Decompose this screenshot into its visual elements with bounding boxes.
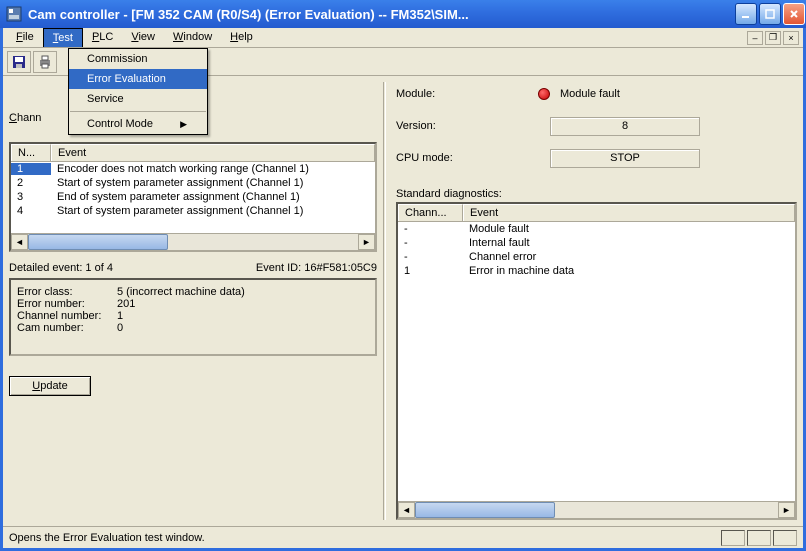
table-row[interactable]: 1Error in machine data [398,264,795,278]
menu-help[interactable]: Help [221,28,262,47]
event-list-header: N... Event [11,144,375,162]
titlebar: Cam controller - [FM 352 CAM (R0/S4) (Er… [0,0,806,28]
col-event[interactable]: Event [51,144,375,161]
menu-test[interactable]: Test [43,28,83,47]
col-event-sd[interactable]: Event [463,204,795,221]
diagnostics-hscroll[interactable]: ◄ ► [398,501,795,518]
scroll-left-button[interactable]: ◄ [11,234,28,250]
row-n: 4 [11,205,51,217]
menu-control-mode[interactable]: Control Mode▶ [69,114,207,134]
menu-file[interactable]: File [7,28,43,47]
menu-separator [70,111,206,112]
menu-error-evaluation[interactable]: Error Evaluation [69,69,207,89]
menu-window[interactable]: Window [164,28,221,47]
detail-key: Cam number: [17,322,117,334]
menu-commission[interactable]: Commission [69,49,207,69]
row-event: Start of system parameter assignment (Ch… [51,205,375,217]
row-event: Channel error [463,251,795,263]
statusbar: Opens the Error Evaluation test window. [3,526,803,548]
scroll-thumb-sd[interactable] [415,502,555,518]
submenu-arrow-icon: ▶ [180,119,187,130]
module-label: Module: [396,88,516,100]
row-channel: 1 [398,265,463,277]
printer-icon [37,54,53,70]
row-event: Error in machine data [463,265,795,277]
row-event: Internal fault [463,237,795,249]
row-n: 3 [11,191,51,203]
event-id-label: Event ID: 16#F581:05C9 [256,262,377,274]
menu-view[interactable]: View [122,28,164,47]
row-event: End of system parameter assignment (Chan… [51,191,375,203]
row-channel: - [398,237,463,249]
table-row[interactable]: 3End of system parameter assignment (Cha… [11,190,375,204]
row-channel: - [398,251,463,263]
row-event: Start of system parameter assignment (Ch… [51,177,375,189]
update-button[interactable]: Update [9,376,91,396]
window-title: Cam controller - [FM 352 CAM (R0/S4) (Er… [28,7,734,22]
event-list[interactable]: N... Event 1Encoder does not match worki… [9,142,377,252]
status-message: Opens the Error Evaluation test window. [9,532,719,544]
mdi-minimize[interactable]: – [747,31,763,45]
row-event: Encoder does not match working range (Ch… [51,163,375,175]
row-n: 2 [11,177,51,189]
minimize-button[interactable] [735,3,757,25]
detail-key: Channel number: [17,310,117,322]
save-button[interactable] [7,51,31,73]
menu-service[interactable]: Service [69,89,207,109]
event-list-hscroll[interactable]: ◄ ► [11,233,375,250]
detail-key: Error number: [17,298,117,310]
detailed-event-label: Detailed event: 1 of 4 [9,262,113,274]
maximize-button[interactable] [759,3,781,25]
scroll-track[interactable] [168,234,358,250]
fault-led-icon [538,88,550,100]
mdi-close[interactable]: × [783,31,799,45]
scroll-left-button-sd[interactable]: ◄ [398,502,415,518]
table-row[interactable]: -Module fault [398,222,795,236]
app-icon [6,6,22,22]
scroll-thumb[interactable] [28,234,168,250]
table-row[interactable]: 4Start of system parameter assignment (C… [11,204,375,218]
cpu-mode-label: CPU mode: [396,152,516,164]
diagnostics-list-header: Chann... Event [398,204,795,222]
close-button[interactable] [783,3,805,25]
standard-diagnostics-label: Standard diagnostics: [396,188,797,200]
detail-key: Error class: [17,286,117,298]
menubar: File Test PLC View Window Help – ❐ × [3,28,803,48]
menu-plc[interactable]: PLC [83,28,122,47]
print-button[interactable] [33,51,57,73]
table-row[interactable]: 2Start of system parameter assignment (C… [11,176,375,190]
version-label: Version: [396,120,516,132]
mdi-restore[interactable]: ❐ [765,31,781,45]
status-well-2 [747,530,771,546]
row-event: Module fault [463,223,795,235]
table-row[interactable]: -Internal fault [398,236,795,250]
module-status: Module fault [560,88,620,100]
panel-divider[interactable] [383,82,386,520]
table-row[interactable]: 1Encoder does not match working range (C… [11,162,375,176]
detail-value: 0 [117,322,123,334]
table-row[interactable]: -Channel error [398,250,795,264]
detail-value: 5 (incorrect machine data) [117,286,245,298]
detail-value: 1 [117,310,123,322]
status-well-3 [773,530,797,546]
detail-value: 201 [117,298,135,310]
cpu-mode-value: STOP [550,149,700,168]
row-channel: - [398,223,463,235]
status-well-1 [721,530,745,546]
col-channel[interactable]: Chann... [398,204,463,221]
diagnostics-list[interactable]: Chann... Event -Module fault-Internal fa… [396,202,797,520]
test-menu-dropdown: Commission Error Evaluation Service Cont… [68,48,208,135]
detail-box: Error class:5 (incorrect machine data)Er… [9,278,377,356]
scroll-track-sd[interactable] [555,502,778,518]
col-n[interactable]: N... [11,144,51,161]
scroll-right-button-sd[interactable]: ► [778,502,795,518]
floppy-icon [11,54,27,70]
scroll-right-button[interactable]: ► [358,234,375,250]
row-n: 1 [11,163,51,175]
version-value: 8 [550,117,700,136]
